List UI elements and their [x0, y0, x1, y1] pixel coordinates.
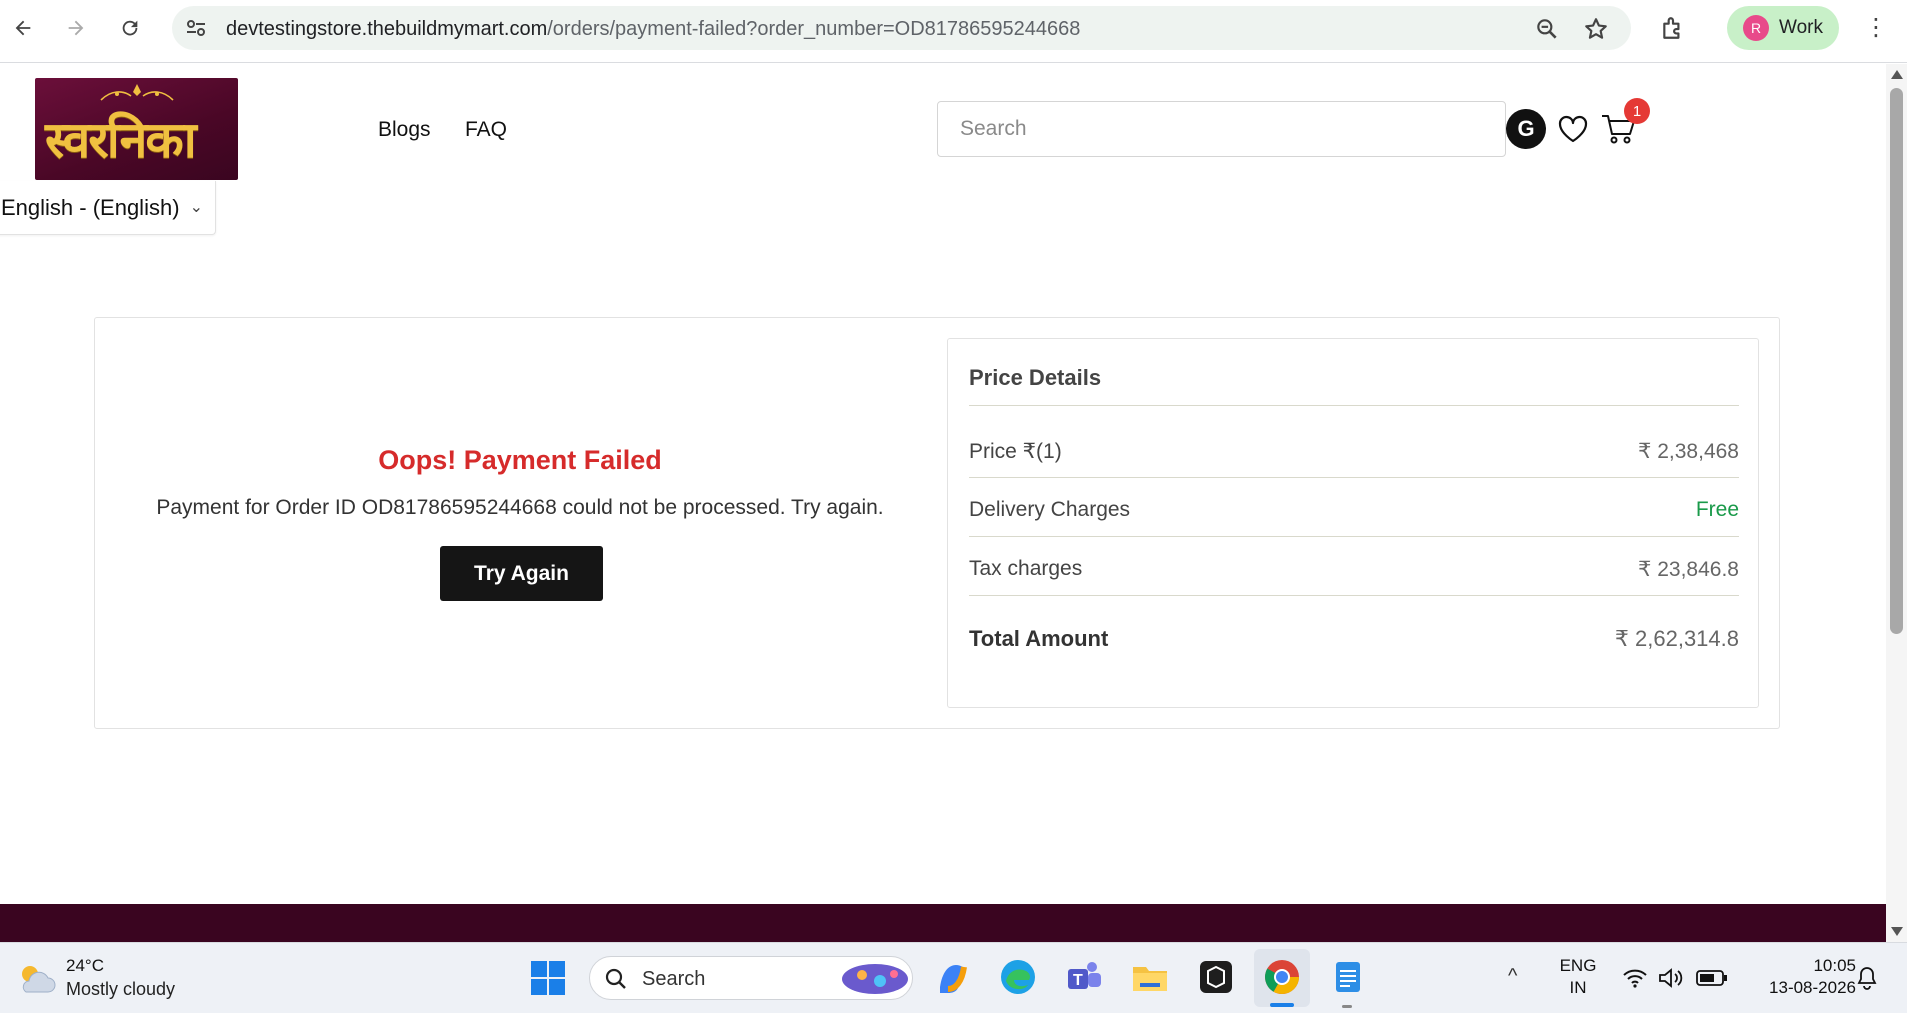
page-viewport: स्वरनिका Blogs FAQ G 1 English - (Englis…: [0, 64, 1886, 942]
payment-failed-message: Payment for Order ID OD81786595244668 co…: [156, 496, 884, 519]
search-icon: [605, 968, 626, 989]
clock[interactable]: 10:05 13-08-2026: [1746, 955, 1856, 999]
delivery-row: Delivery Charges Free: [969, 498, 1739, 522]
nav-blogs-link[interactable]: Blogs: [378, 118, 431, 142]
volume-icon[interactable]: [1658, 967, 1686, 989]
site-info-icon[interactable]: [184, 16, 208, 40]
notepad-icon[interactable]: [1328, 957, 1368, 997]
language-value: English - (English): [1, 194, 180, 220]
edge-browser-icon[interactable]: [998, 957, 1038, 997]
copilot-icon[interactable]: [932, 957, 972, 997]
total-row: Total Amount ₹ 2,62,314.8: [969, 626, 1739, 652]
clock-time: 10:05: [1813, 956, 1856, 975]
divider: [969, 477, 1739, 478]
try-again-button[interactable]: Try Again: [440, 546, 603, 601]
delivery-value: Free: [1695, 498, 1739, 521]
search-input[interactable]: [938, 102, 1505, 156]
taskbar-search-placeholder: Search: [642, 968, 706, 990]
forward-button[interactable]: [58, 10, 94, 46]
windows-taskbar: 24°C Mostly cloudy Search T ^ ENG IN 10:…: [0, 942, 1907, 1013]
divider: [969, 595, 1739, 596]
logo-text: स्वरनिका: [45, 110, 197, 169]
tray-overflow-icon[interactable]: ^: [1508, 965, 1517, 987]
cloudy-weather-icon: [22, 966, 56, 993]
weather-temperature: 24°C: [66, 956, 104, 975]
payment-failed-card: Oops! Payment Failed Payment for Order I…: [94, 317, 1780, 729]
language-select[interactable]: English - (English) ⌄: [0, 181, 216, 235]
tax-row: Tax charges ₹ 23,846.8: [969, 557, 1739, 582]
footer: [0, 904, 1886, 942]
price-details-panel: Price Details Price ₹(1) ₹ 2,38,468 Deli…: [947, 338, 1759, 708]
weather-widget[interactable]: 24°C Mostly cloudy: [14, 955, 175, 1001]
divider: [969, 405, 1739, 406]
nav-faq-link[interactable]: FAQ: [465, 118, 507, 142]
tax-value: ₹ 23,846.8: [1638, 558, 1739, 581]
clock-date: 13-08-2026: [1769, 978, 1856, 997]
back-arrow-icon: [15, 20, 31, 36]
wishlist-heart-icon[interactable]: [1557, 114, 1589, 144]
weather-condition: Mostly cloudy: [66, 979, 176, 999]
svg-text:T: T: [1073, 972, 1083, 989]
app-box-icon[interactable]: [1196, 957, 1236, 997]
profile-label: Work: [1779, 17, 1823, 38]
scroll-down-icon[interactable]: [1891, 927, 1903, 936]
reload-button[interactable]: [112, 10, 148, 46]
notification-bell-icon[interactable]: [1854, 965, 1880, 991]
battery-icon[interactable]: [1696, 969, 1728, 987]
chrome-icon[interactable]: [1262, 957, 1302, 997]
zoom-icon[interactable]: [1534, 16, 1560, 42]
price-label: Price ₹(1): [969, 440, 1062, 463]
browser-menu-icon[interactable]: ⋮: [1864, 14, 1888, 44]
search-highlight-icon: [842, 964, 908, 994]
price-details-title: Price Details: [969, 365, 1102, 390]
running-indicator: [1342, 1005, 1352, 1008]
url-text: devtestingstore.thebuildmymart.com/order…: [226, 18, 1081, 40]
lang-line-1: ENG: [1559, 956, 1597, 975]
file-explorer-icon[interactable]: [1130, 957, 1170, 997]
forward-arrow-icon: [68, 20, 84, 36]
extensions-icon[interactable]: [1660, 15, 1686, 41]
page-scrollbar[interactable]: [1886, 64, 1907, 942]
teams-icon[interactable]: T: [1064, 957, 1104, 997]
windows-start-icon[interactable]: [528, 958, 568, 998]
chevron-down-icon: ⌄: [189, 199, 203, 216]
payment-failed-title: Oops! Payment Failed: [378, 445, 662, 475]
scrollbar-thumb[interactable]: [1890, 88, 1903, 634]
back-button[interactable]: [5, 10, 41, 46]
reload-icon: [122, 20, 138, 36]
input-language[interactable]: ENG IN: [1555, 955, 1601, 999]
browser-toolbar: devtestingstore.thebuildmymart.com/order…: [0, 0, 1907, 63]
bookmark-star-icon[interactable]: [1583, 16, 1609, 42]
site-search: [937, 101, 1506, 157]
address-bar[interactable]: devtestingstore.thebuildmymart.com/order…: [172, 6, 1631, 50]
price-row: Price ₹(1) ₹ 2,38,468: [969, 439, 1739, 464]
divider: [969, 536, 1739, 537]
lang-line-2: IN: [1569, 978, 1587, 997]
cart-count-badge: 1: [1624, 98, 1650, 124]
profile-avatar: R: [1743, 15, 1769, 41]
scroll-up-icon[interactable]: [1891, 70, 1903, 79]
site-logo[interactable]: स्वरनिका: [35, 78, 238, 180]
active-indicator: [1270, 1003, 1294, 1007]
taskbar-search[interactable]: Search: [589, 956, 913, 1000]
total-value: ₹ 2,62,314.8: [1614, 626, 1739, 651]
user-avatar[interactable]: G: [1506, 109, 1546, 149]
total-label: Total Amount: [969, 626, 1109, 651]
profile-button[interactable]: R Work: [1727, 6, 1839, 50]
delivery-label: Delivery Charges: [969, 498, 1131, 521]
logo-ornament-icon: [100, 84, 174, 101]
price-value: ₹ 2,38,468: [1638, 440, 1739, 463]
tax-label: Tax charges: [969, 557, 1083, 580]
wifi-icon[interactable]: [1622, 967, 1648, 989]
